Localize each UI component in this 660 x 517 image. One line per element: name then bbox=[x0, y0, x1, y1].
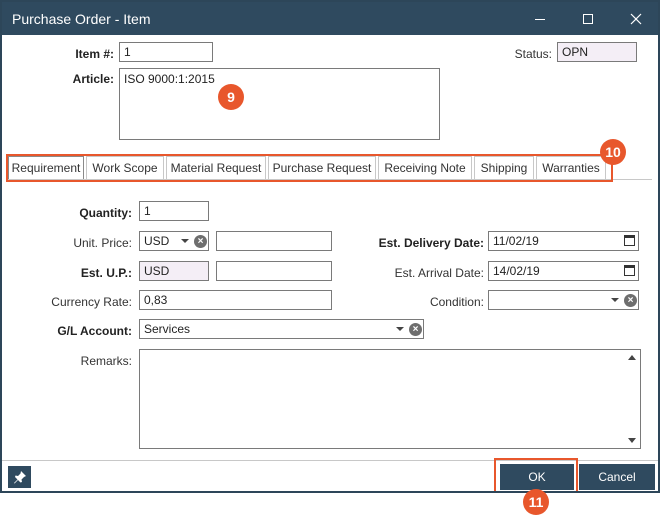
gl-account-dropdown-arrow-icon[interactable] bbox=[396, 327, 404, 331]
close-icon bbox=[630, 13, 642, 24]
maximize-button[interactable] bbox=[566, 2, 610, 35]
tab-material-request[interactable]: Material Request bbox=[166, 156, 266, 180]
gl-account-select[interactable]: Services bbox=[139, 319, 424, 339]
condition-dropdown-arrow-icon[interactable] bbox=[611, 298, 619, 302]
est-arrival-date-field[interactable]: 14/02/19 bbox=[488, 261, 639, 281]
est-arrival-calendar-icon[interactable] bbox=[624, 265, 635, 276]
tab-divider bbox=[8, 179, 652, 180]
tab-shipping[interactable]: Shipping bbox=[474, 156, 534, 180]
remarks-label: Remarks: bbox=[80, 354, 132, 368]
remarks-scroll-up-icon[interactable] bbox=[628, 355, 636, 360]
est-up-currency-field: USD bbox=[139, 261, 209, 281]
annotation-badge-10: 10 bbox=[600, 139, 626, 165]
ok-button[interactable]: OK bbox=[500, 464, 574, 490]
minimize-icon bbox=[535, 18, 545, 20]
est-delivery-calendar-icon[interactable] bbox=[624, 235, 635, 246]
remarks-textarea[interactable] bbox=[139, 349, 641, 449]
est-delivery-date-label: Est. Delivery Date: bbox=[378, 236, 484, 250]
condition-label: Condition: bbox=[429, 295, 484, 309]
est-arrival-date-label: Est. Arrival Date: bbox=[394, 266, 484, 280]
unit-price-clear-icon[interactable]: × bbox=[194, 235, 207, 248]
est-up-label: Est. U.P.: bbox=[80, 266, 132, 280]
window-title: Purchase Order - Item bbox=[12, 11, 151, 27]
tab-receiving-note[interactable]: Receiving Note bbox=[378, 156, 472, 180]
tab-purchase-request[interactable]: Purchase Request bbox=[268, 156, 376, 180]
tab-requirement[interactable]: Requirement bbox=[8, 156, 84, 180]
quantity-label: Quantity: bbox=[79, 206, 132, 220]
unit-price-dropdown-arrow-icon[interactable] bbox=[181, 239, 189, 243]
est-up-field[interactable] bbox=[216, 261, 332, 281]
status-field: OPN bbox=[557, 42, 637, 62]
unit-price-currency-value: USD bbox=[144, 234, 170, 248]
currency-rate-label: Currency Rate: bbox=[51, 295, 132, 309]
unit-price-field[interactable] bbox=[216, 231, 332, 251]
item-number-label: Item #: bbox=[75, 47, 114, 61]
article-textarea[interactable]: ISO 9000:1:2015 bbox=[119, 68, 440, 140]
condition-clear-icon[interactable]: × bbox=[624, 294, 637, 307]
gl-account-label: G/L Account: bbox=[57, 324, 132, 338]
maximize-icon bbox=[583, 13, 593, 24]
status-label: Status: bbox=[514, 47, 552, 61]
purchase-order-item-window: Purchase Order - Item Item #: 1 Status: … bbox=[0, 0, 660, 493]
item-number-field[interactable]: 1 bbox=[119, 42, 213, 62]
title-bar: Purchase Order - Item bbox=[2, 2, 658, 35]
unit-price-label: Unit. Price: bbox=[73, 236, 132, 250]
remarks-scroll-down-icon[interactable] bbox=[628, 438, 636, 443]
annotation-badge-9: 9 bbox=[218, 84, 244, 110]
pin-icon bbox=[13, 471, 26, 484]
est-delivery-date-field[interactable]: 11/02/19 bbox=[488, 231, 639, 251]
cancel-button[interactable]: Cancel bbox=[579, 464, 655, 490]
minimize-button[interactable] bbox=[518, 2, 562, 35]
footer-divider bbox=[2, 460, 658, 461]
annotation-badge-11: 11 bbox=[523, 489, 549, 515]
gl-account-clear-icon[interactable]: × bbox=[409, 323, 422, 336]
quantity-field[interactable]: 1 bbox=[139, 201, 209, 221]
tab-work-scope[interactable]: Work Scope bbox=[86, 156, 164, 180]
pin-button[interactable] bbox=[8, 466, 31, 488]
article-label: Article: bbox=[72, 72, 114, 86]
currency-rate-field[interactable]: 0,83 bbox=[139, 290, 332, 310]
tab-warranties[interactable]: Warranties bbox=[536, 156, 606, 180]
gl-account-value: Services bbox=[144, 322, 191, 336]
close-button[interactable] bbox=[614, 2, 658, 35]
